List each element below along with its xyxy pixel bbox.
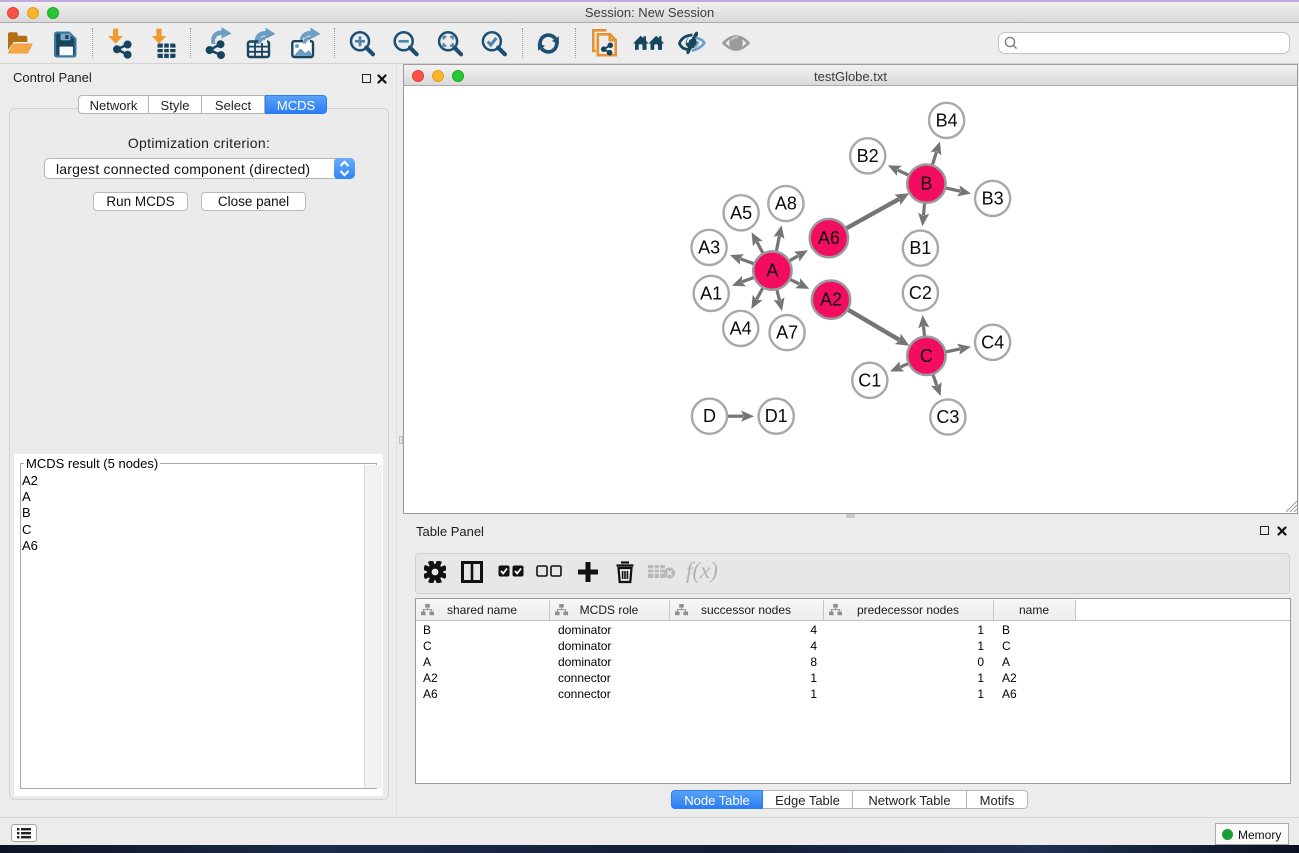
svg-text:B4: B4 [936,110,958,130]
svg-text:B1: B1 [909,238,931,258]
svg-text:C1: C1 [858,370,881,390]
svg-text:B3: B3 [982,188,1004,208]
svg-text:B: B [920,174,932,194]
svg-text:A2: A2 [820,290,842,310]
svg-text:C3: C3 [936,407,959,427]
svg-text:A1: A1 [700,283,722,303]
svg-text:D: D [703,406,716,426]
svg-text:C4: C4 [981,332,1004,352]
svg-text:A7: A7 [776,323,798,343]
svg-text:B2: B2 [857,146,879,166]
svg-text:C2: C2 [909,283,932,303]
svg-text:A6: A6 [818,228,840,248]
svg-text:A4: A4 [730,318,752,338]
svg-text:C: C [920,346,933,366]
svg-text:D1: D1 [765,406,788,426]
svg-text:A5: A5 [730,203,752,223]
svg-text:A3: A3 [698,237,720,257]
svg-text:A: A [766,261,778,281]
svg-text:A8: A8 [775,194,797,214]
